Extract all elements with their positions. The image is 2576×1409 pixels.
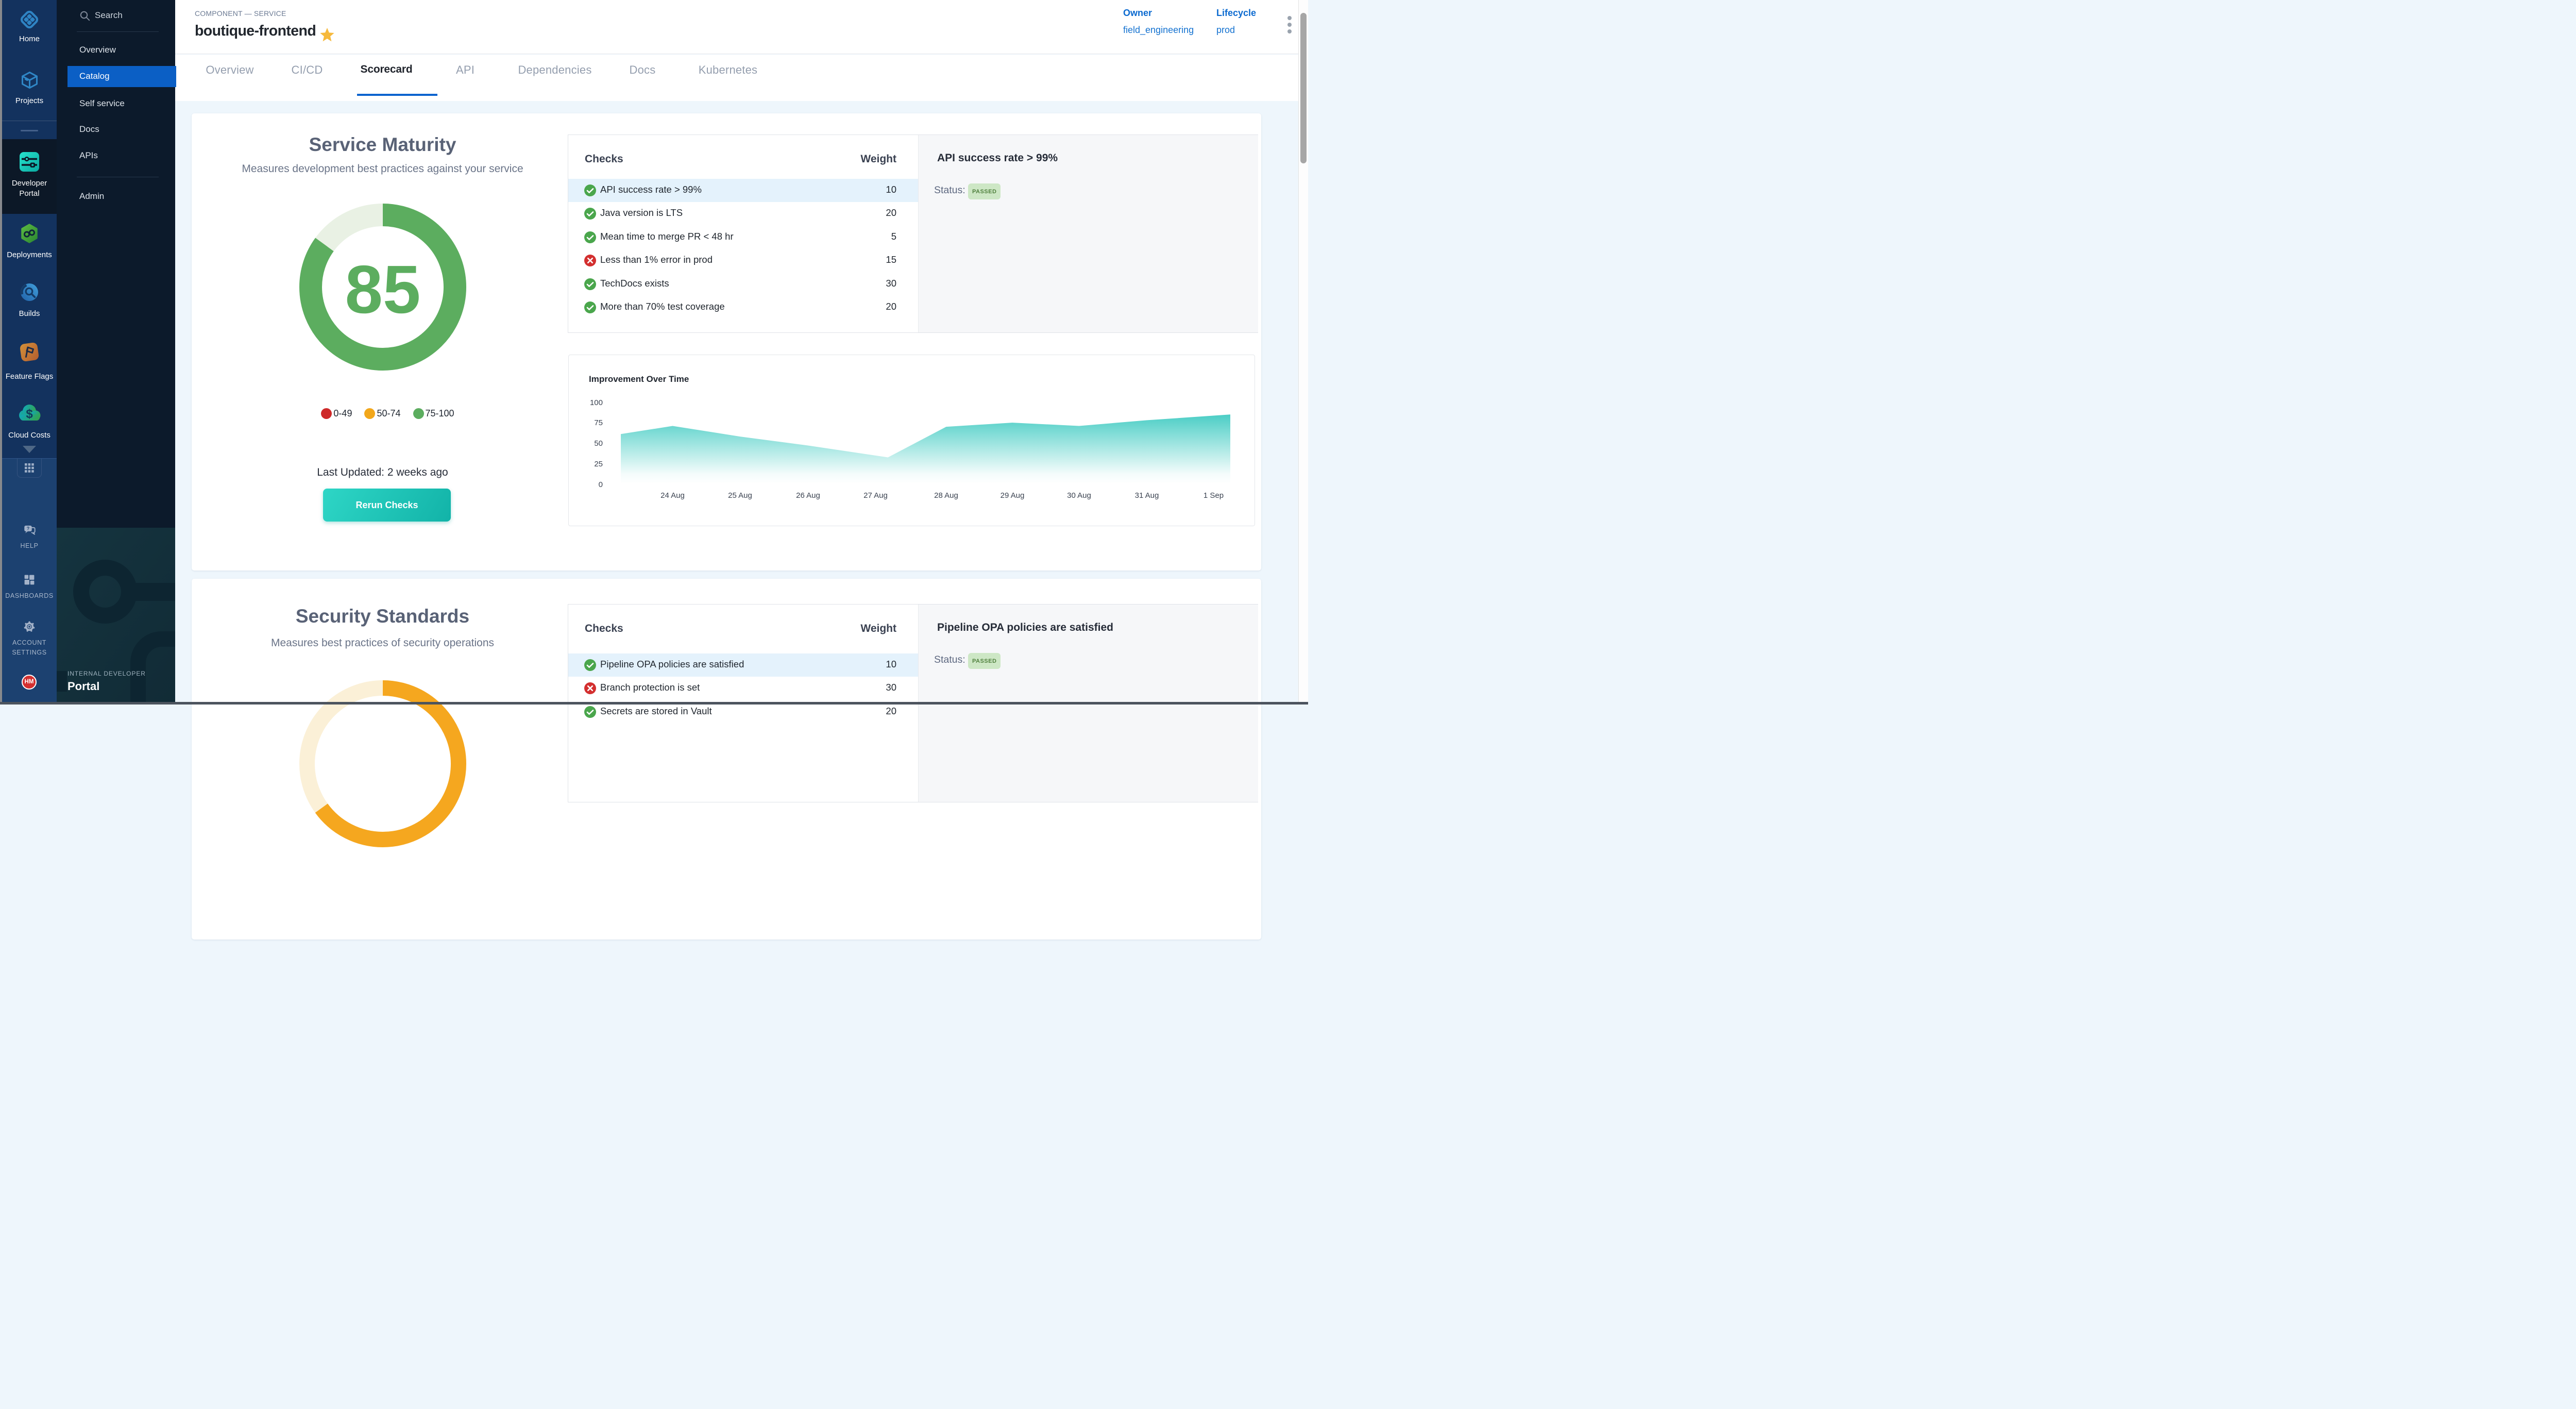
svg-text:$: $ — [26, 407, 33, 421]
svg-text:85: 85 — [345, 251, 421, 327]
svg-text:?: ? — [26, 526, 29, 531]
